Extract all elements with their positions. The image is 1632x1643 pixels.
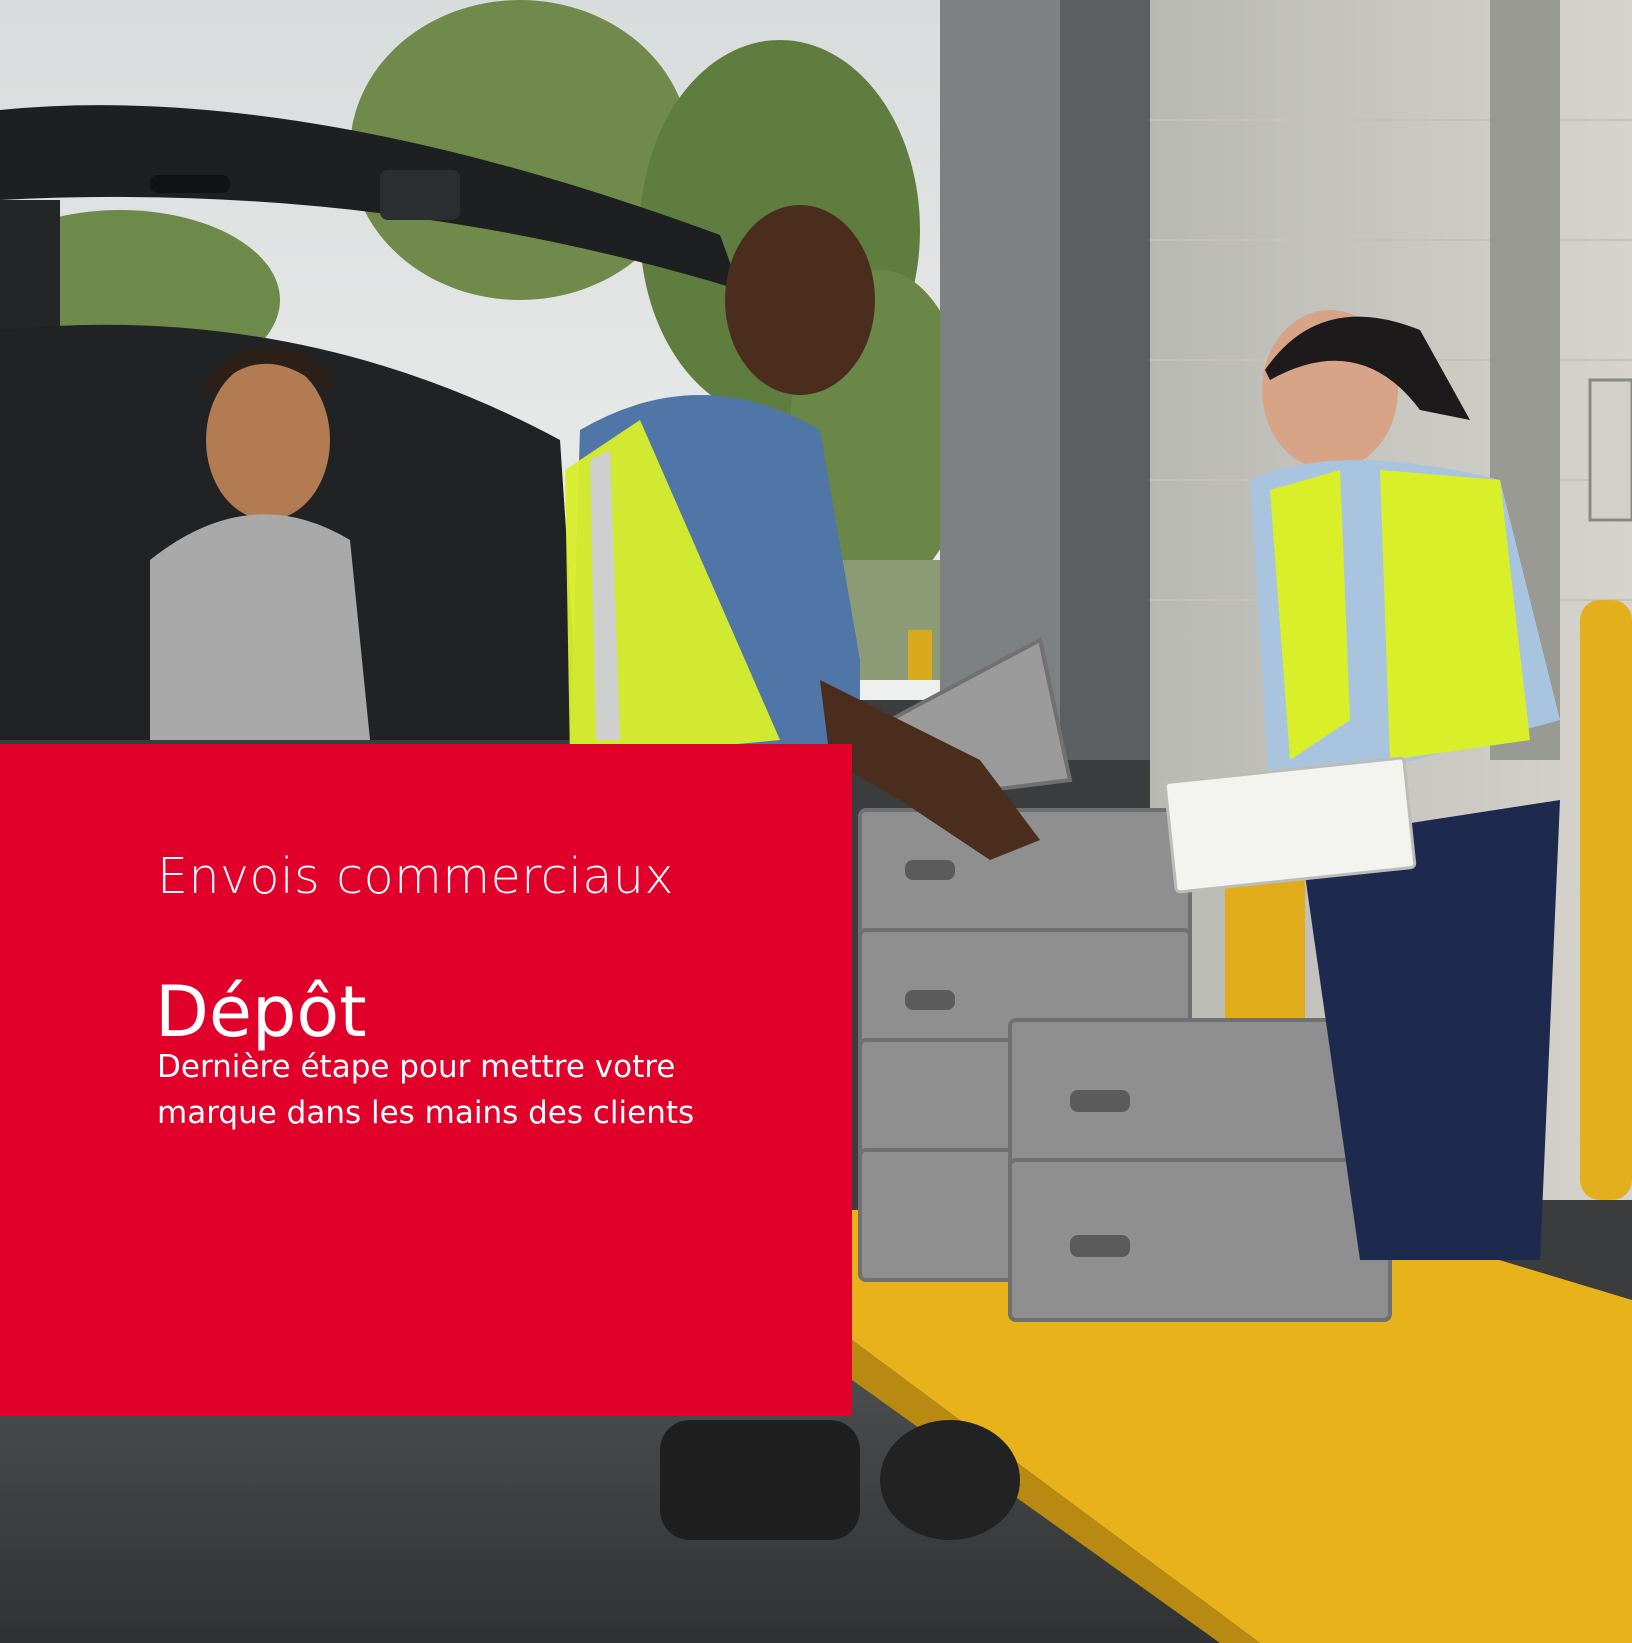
section-eyebrow: Envois commerciaux [157,848,674,905]
tagline-line-1: Dernière étape pour mettre votre [157,1049,676,1085]
tagline-line-2: marque dans les mains des clients [157,1095,695,1131]
page-title: Dépôt [155,970,367,1053]
tagline: Dernière étape pour mettre votre marque … [157,1044,797,1136]
